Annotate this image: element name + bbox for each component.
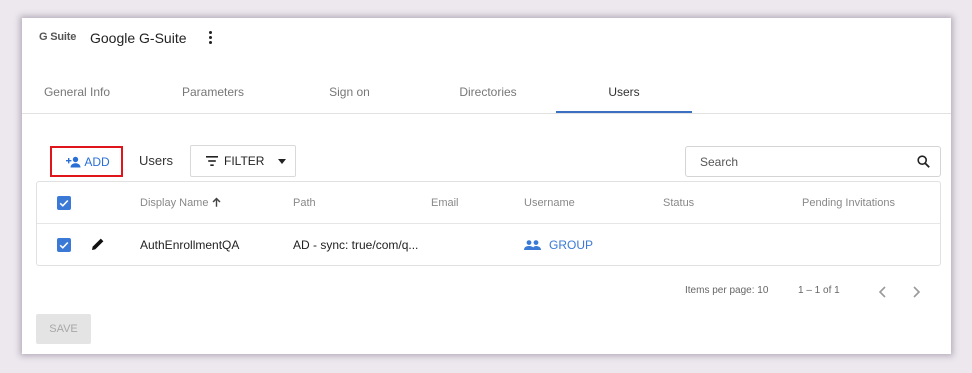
column-header-status[interactable]: Status <box>663 182 694 224</box>
users-toolbar: ADD Users FILTER <box>22 143 951 183</box>
cell-username-link[interactable]: GROUP <box>524 224 593 266</box>
tab-sign-on[interactable]: Sign on <box>312 78 387 114</box>
pencil-icon[interactable] <box>91 237 105 251</box>
tab-bar: General Info Parameters Sign on Director… <box>22 78 951 114</box>
search-icon[interactable] <box>917 155 930 168</box>
filter-button[interactable]: FILTER <box>190 145 296 177</box>
username-label: GROUP <box>549 238 594 252</box>
column-header-email[interactable]: Email <box>431 182 459 224</box>
select-all-checkbox[interactable] <box>57 196 71 210</box>
users-table: Display Name Path Email Username Status … <box>36 181 941 266</box>
active-tab-indicator <box>556 111 692 113</box>
search-box <box>685 146 941 177</box>
checkbox-checked-icon <box>59 199 69 207</box>
paginator: Items per page: 10 1 – 1 of 1 <box>22 280 951 304</box>
kebab-menu-icon[interactable] <box>205 29 215 47</box>
caret-down-icon <box>278 158 287 164</box>
column-header-label: Display Name <box>140 197 209 209</box>
filter-button-label: FILTER <box>224 154 265 168</box>
arrow-up-icon <box>212 197 221 207</box>
gsuite-logo: G Suite <box>39 31 77 43</box>
app-title: Google G-Suite <box>90 30 187 46</box>
table-row[interactable]: AuthEnrollmentQA AD - sync: true/com/q..… <box>37 224 940 266</box>
items-per-page-label[interactable]: Items per page: 10 <box>685 285 768 296</box>
tab-parameters[interactable]: Parameters <box>167 78 259 114</box>
search-input[interactable] <box>686 147 906 176</box>
group-icon <box>524 240 541 250</box>
add-user-icon <box>66 156 81 167</box>
chevron-right-icon[interactable] <box>909 284 923 300</box>
column-header-path[interactable]: Path <box>293 182 316 224</box>
tab-directories[interactable]: Directories <box>442 78 534 114</box>
app-card: G Suite Google G-Suite General Info Para… <box>22 18 951 354</box>
add-button-label: ADD <box>84 154 110 169</box>
add-user-button[interactable]: ADD <box>50 146 123 177</box>
filter-icon <box>206 156 218 166</box>
tab-users[interactable]: Users <box>556 78 692 114</box>
app-header: G Suite Google G-Suite <box>22 18 951 60</box>
page-range-label: 1 – 1 of 1 <box>798 285 840 296</box>
chevron-left-icon[interactable] <box>876 284 890 300</box>
tab-general-info[interactable]: General Info <box>32 78 122 114</box>
column-header-username[interactable]: Username <box>524 182 575 224</box>
row-select-checkbox[interactable] <box>57 238 71 252</box>
table-header-row: Display Name Path Email Username Status … <box>37 182 940 224</box>
save-button[interactable]: SAVE <box>36 314 91 344</box>
column-header-pending-invitations[interactable]: Pending Invitations <box>802 182 895 224</box>
users-section-label: Users <box>139 153 173 168</box>
cell-path: AD - sync: true/com/q... <box>293 238 419 252</box>
column-header-display-name[interactable]: Display Name <box>140 182 221 224</box>
cell-display-name: AuthEnrollmentQA <box>140 238 240 252</box>
checkbox-checked-icon <box>59 241 69 249</box>
